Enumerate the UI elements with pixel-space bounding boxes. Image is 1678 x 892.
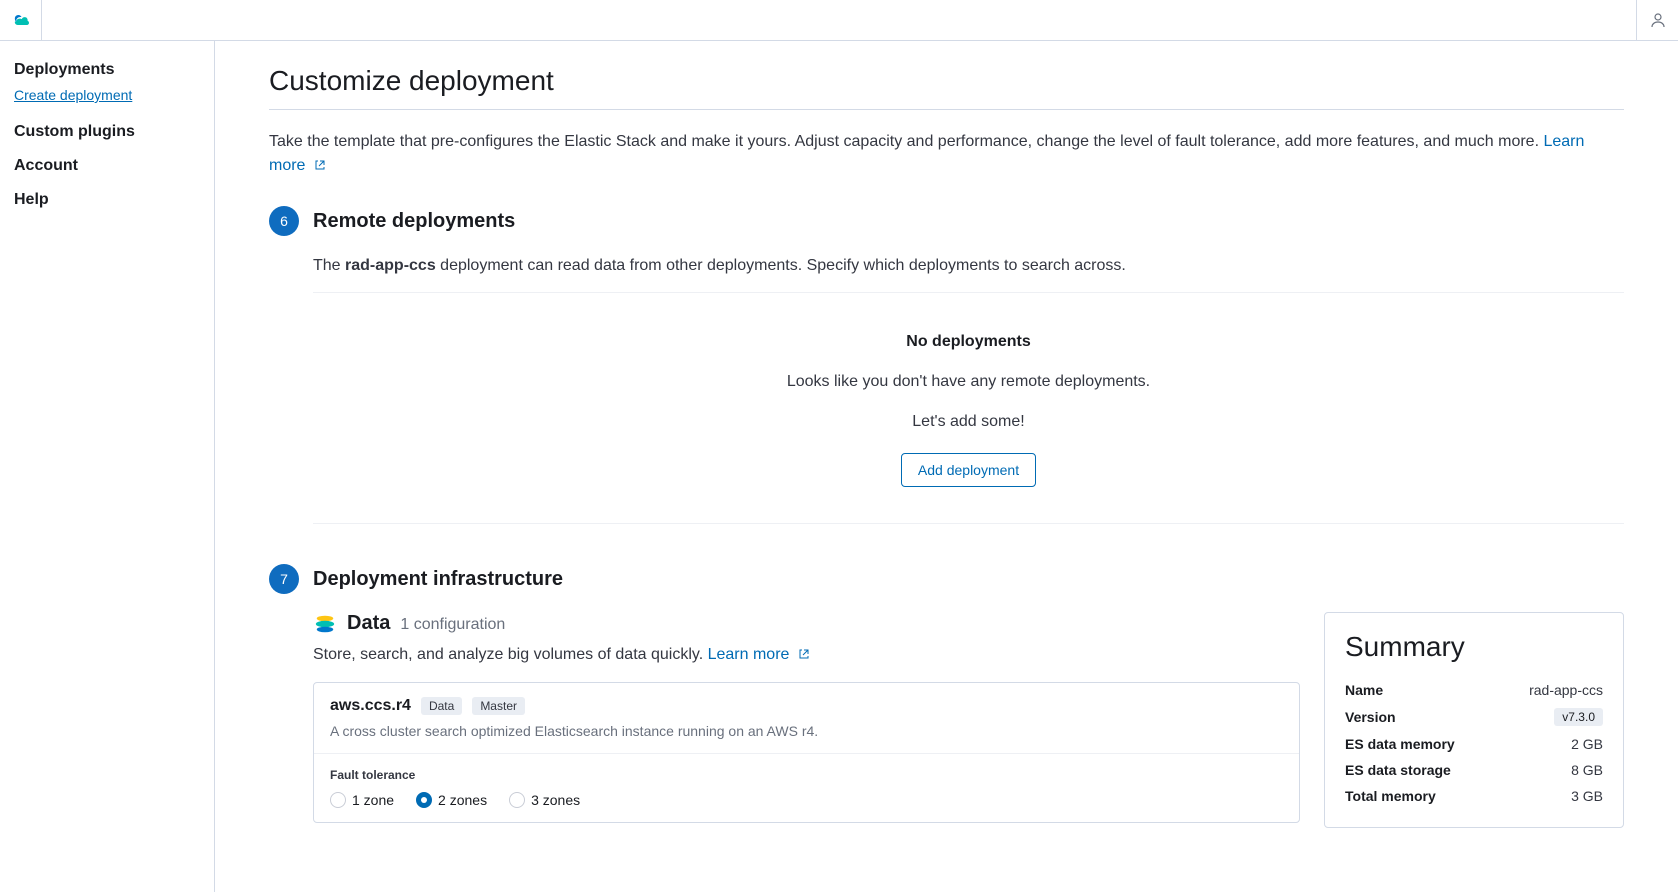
instance-panel: aws.ccs.r4 Data Master A cross cluster s… xyxy=(313,682,1300,823)
elasticsearch-icon xyxy=(313,612,337,636)
data-learn-more-text: Learn more xyxy=(708,646,790,663)
user-menu[interactable] xyxy=(1636,0,1666,40)
step6-bottom-divider xyxy=(313,523,1624,524)
infra-main: Data 1 configuration Store, search, and … xyxy=(313,612,1300,823)
topbar xyxy=(0,0,1678,41)
empty-line1: Looks like you don't have any remote dep… xyxy=(313,373,1624,391)
title-divider xyxy=(269,109,1624,110)
summary-label: ES data storage xyxy=(1345,762,1451,778)
badge-data: Data xyxy=(421,697,462,715)
summary-card: Summary Name rad-app-ccs Version v7.3.0 … xyxy=(1324,612,1624,828)
zone-option-1[interactable]: 1 zone xyxy=(330,792,394,808)
version-badge: v7.3.0 xyxy=(1554,708,1603,726)
external-link-icon xyxy=(314,159,326,171)
zone-option-3[interactable]: 3 zones xyxy=(509,792,580,808)
data-desc-text: Store, search, and analyze big volumes o… xyxy=(313,646,708,663)
step6-desc-suffix: deployment can read data from other depl… xyxy=(436,257,1126,274)
summary-label: Version xyxy=(1345,709,1396,725)
empty-title: No deployments xyxy=(313,333,1624,351)
step6-title: Remote deployments xyxy=(313,210,515,233)
summary-label: Name xyxy=(1345,682,1383,698)
summary-label: Total memory xyxy=(1345,788,1436,804)
data-config-count: 1 configuration xyxy=(400,616,505,634)
sidebar-help[interactable]: Help xyxy=(14,191,200,209)
page-desc-text: Take the template that pre-configures th… xyxy=(269,133,1543,150)
elastic-cloud-logo-icon xyxy=(12,10,29,30)
instance-body: Fault tolerance 1 zone 2 zones xyxy=(314,754,1299,822)
data-learn-more-link[interactable]: Learn more xyxy=(708,646,810,663)
summary-sidebar: Summary Name rad-app-ccs Version v7.3.0 … xyxy=(1324,612,1624,828)
summary-label: ES data memory xyxy=(1345,736,1455,752)
step6-divider xyxy=(313,292,1624,293)
summary-value: 2 GB xyxy=(1571,736,1603,752)
logo[interactable] xyxy=(12,0,42,40)
summary-value: rad-app-ccs xyxy=(1529,682,1603,698)
step6-desc: The rad-app-ccs deployment can read data… xyxy=(313,254,1624,278)
zone-label: 2 zones xyxy=(438,792,487,808)
data-title: Data xyxy=(347,612,390,635)
topbar-right xyxy=(1636,0,1666,40)
summary-row-name: Name rad-app-ccs xyxy=(1345,677,1603,703)
page-description: Take the template that pre-configures th… xyxy=(269,130,1624,178)
step7-body: Data 1 configuration Store, search, and … xyxy=(313,612,1624,828)
step6-badge: 6 xyxy=(269,206,299,236)
zone-option-2[interactable]: 2 zones xyxy=(416,792,487,808)
summary-value: 3 GB xyxy=(1571,788,1603,804)
sidebar-account[interactable]: Account xyxy=(14,157,200,175)
add-deployment-button[interactable]: Add deployment xyxy=(901,453,1036,487)
main-content: Customize deployment Take the template t… xyxy=(215,41,1678,892)
summary-value: 8 GB xyxy=(1571,762,1603,778)
step6-header: 6 Remote deployments xyxy=(269,206,1624,236)
badge-master: Master xyxy=(472,697,525,715)
topbar-left xyxy=(12,0,42,40)
summary-row-es-memory: ES data memory 2 GB xyxy=(1345,731,1603,757)
sidebar: Deployments Create deployment Custom plu… xyxy=(0,41,215,892)
summary-row-es-storage: ES data storage 8 GB xyxy=(1345,757,1603,783)
zones-radio-group: 1 zone 2 zones 3 zones xyxy=(330,792,1283,808)
fault-tolerance-label: Fault tolerance xyxy=(330,768,1283,782)
instance-header: aws.ccs.r4 Data Master A cross cluster s… xyxy=(314,683,1299,754)
step6-deployment-name: rad-app-ccs xyxy=(345,257,436,274)
zone-label: 1 zone xyxy=(352,792,394,808)
radio-icon xyxy=(330,792,346,808)
data-desc: Store, search, and analyze big volumes o… xyxy=(313,646,1300,664)
zone-label: 3 zones xyxy=(531,792,580,808)
sidebar-custom-plugins[interactable]: Custom plugins xyxy=(14,123,200,141)
instance-desc: A cross cluster search optimized Elastic… xyxy=(330,723,1283,739)
instance-title-row: aws.ccs.r4 Data Master xyxy=(330,697,1283,715)
step6-body: The rad-app-ccs deployment can read data… xyxy=(313,254,1624,524)
page-title: Customize deployment xyxy=(269,65,1624,97)
empty-state: No deployments Looks like you don't have… xyxy=(313,333,1624,523)
sidebar-deployments[interactable]: Deployments xyxy=(14,61,200,79)
step7-badge: 7 xyxy=(269,564,299,594)
instance-name: aws.ccs.r4 xyxy=(330,697,411,715)
user-icon xyxy=(1650,12,1666,28)
radio-icon xyxy=(509,792,525,808)
radio-icon xyxy=(416,792,432,808)
summary-title: Summary xyxy=(1345,631,1603,663)
sidebar-create-deployment[interactable]: Create deployment xyxy=(14,87,200,103)
layout: Deployments Create deployment Custom plu… xyxy=(0,41,1678,892)
step7-title: Deployment infrastructure xyxy=(313,568,563,591)
step6-desc-prefix: The xyxy=(313,257,345,274)
infra-row: Data 1 configuration Store, search, and … xyxy=(313,612,1624,828)
data-header: Data 1 configuration xyxy=(313,612,1300,636)
step7-header: 7 Deployment infrastructure xyxy=(269,564,1624,594)
empty-line2: Let's add some! xyxy=(313,413,1624,431)
summary-row-total-memory: Total memory 3 GB xyxy=(1345,783,1603,809)
external-link-icon xyxy=(798,648,810,660)
summary-row-version: Version v7.3.0 xyxy=(1345,703,1603,731)
